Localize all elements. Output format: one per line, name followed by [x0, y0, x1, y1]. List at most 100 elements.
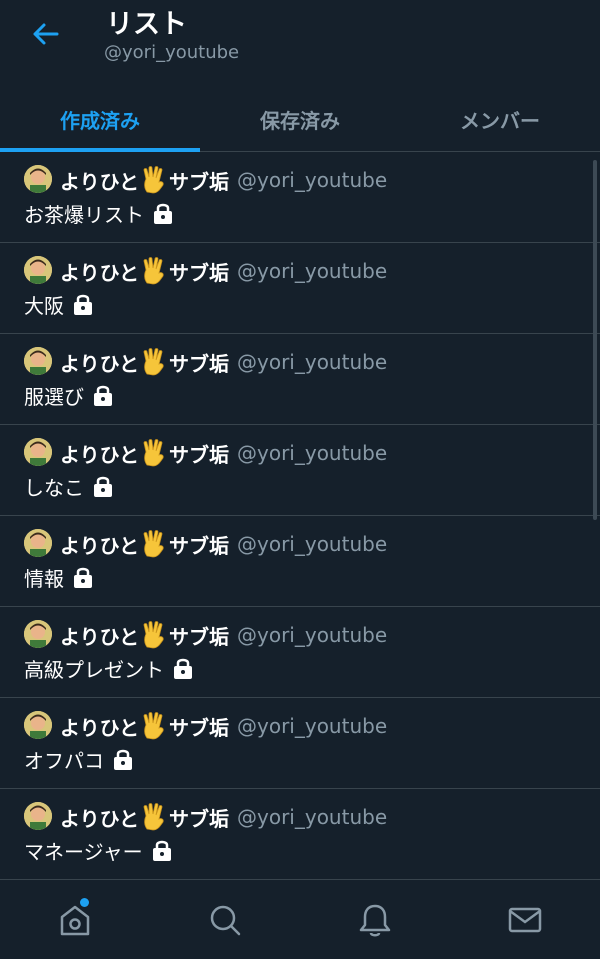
owner-name-prefix: よりひと [60, 624, 139, 649]
owner-name-prefix: よりひと [60, 715, 139, 740]
list-item[interactable]: よりひと サブ垢 @yori_youtube マネージャー [0, 789, 600, 880]
owner-line: よりひと サブ垢 @yori_youtube [60, 529, 387, 559]
list-item[interactable]: よりひと サブ垢 @yori_youtube オフパコ [0, 698, 600, 789]
owner-handle: @yori_youtube [237, 168, 388, 192]
vulcan-salute-icon [141, 257, 167, 285]
owner-handle: @yori_youtube [237, 714, 388, 738]
tab-label: 保存済み [260, 109, 340, 133]
list-item[interactable]: よりひと サブ垢 @yori_youtube お茶爆リスト [0, 152, 600, 243]
search-button[interactable] [205, 900, 245, 940]
owner-line: よりひと サブ垢 @yori_youtube [60, 620, 387, 650]
notification-dot [80, 898, 89, 907]
lock-icon [112, 747, 134, 771]
tab-created[interactable]: 作成済み [0, 88, 200, 152]
vulcan-salute-icon [141, 439, 167, 467]
list-name-line: 服選び [24, 380, 114, 410]
list-name: 情報 [24, 566, 64, 591]
owner-handle: @yori_youtube [237, 441, 388, 465]
owner-name-suffix: サブ垢 [169, 169, 229, 194]
list-name-line: オフパコ [24, 744, 134, 774]
lock-icon [152, 201, 174, 225]
page-handle: @yori_youtube [104, 42, 240, 63]
list-item[interactable]: よりひと サブ垢 @yori_youtube 情報 [0, 516, 600, 607]
tab-label: 作成済み [60, 109, 140, 133]
owner-line: よりひと サブ垢 @yori_youtube [60, 802, 387, 832]
owner-name-suffix: サブ垢 [169, 442, 229, 467]
home-icon [60, 905, 90, 936]
search-icon [210, 905, 241, 936]
avatar [24, 711, 52, 739]
lock-icon [172, 656, 194, 680]
avatar [24, 529, 52, 557]
page-title: リスト [106, 9, 187, 40]
arrow-left-icon [33, 23, 59, 45]
list-name: しなこ [24, 475, 84, 500]
avatar [24, 802, 52, 830]
owner-name-suffix: サブ垢 [169, 624, 229, 649]
owner-handle: @yori_youtube [237, 350, 388, 374]
scrollbar[interactable] [593, 160, 597, 520]
owner-name-prefix: よりひと [60, 351, 139, 376]
vulcan-salute-icon [141, 803, 167, 831]
lock-icon [92, 383, 114, 407]
list-name-line: マネージャー [24, 835, 173, 865]
owner-line: よりひと サブ垢 @yori_youtube [60, 711, 387, 741]
messages-button[interactable] [505, 900, 545, 940]
list-item[interactable]: よりひと サブ垢 @yori_youtube 大阪 [0, 243, 600, 334]
list-container: よりひと サブ垢 @yori_youtube お茶爆リスト よりひと サブ垢 @yori_y… [0, 152, 600, 880]
list-name: お茶爆リスト [24, 202, 144, 227]
lock-icon [92, 474, 114, 498]
list-name-line: お茶爆リスト [24, 198, 174, 228]
bottom-nav [0, 879, 600, 959]
home-button[interactable] [55, 898, 95, 940]
owner-line: よりひと サブ垢 @yori_youtube [60, 347, 387, 377]
list-item[interactable]: よりひと サブ垢 @yori_youtube 服選び [0, 334, 600, 425]
list-name-line: 高級プレゼント [24, 653, 194, 683]
owner-name-prefix: よりひと [60, 169, 139, 194]
tab-bar: 作成済み 保存済み メンバー [0, 88, 600, 152]
list-name-line: 情報 [24, 562, 94, 592]
list-item[interactable]: よりひと サブ垢 @yori_youtube しなこ [0, 425, 600, 516]
tab-label: メンバー [460, 109, 540, 133]
avatar [24, 438, 52, 466]
bell-icon [359, 904, 391, 937]
owner-name-suffix: サブ垢 [169, 260, 229, 285]
owner-handle: @yori_youtube [237, 259, 388, 283]
list-name-line: 大阪 [24, 289, 94, 319]
list-name: 大阪 [24, 293, 64, 318]
owner-line: よりひと サブ垢 @yori_youtube [60, 165, 387, 195]
list-name: オフパコ [24, 748, 104, 773]
owner-name-prefix: よりひと [60, 806, 139, 831]
tab-members[interactable]: メンバー [400, 88, 600, 151]
owner-line: よりひと サブ垢 @yori_youtube [60, 438, 387, 468]
owner-name-suffix: サブ垢 [169, 806, 229, 831]
list-name: 服選び [24, 384, 84, 409]
list-name: マネージャー [24, 839, 143, 864]
avatar [24, 347, 52, 375]
vulcan-salute-icon [141, 530, 167, 558]
vulcan-salute-icon [141, 348, 167, 376]
vulcan-salute-icon [141, 712, 167, 740]
owner-handle: @yori_youtube [237, 805, 388, 829]
owner-name-prefix: よりひと [60, 533, 139, 558]
owner-name-prefix: よりひと [60, 260, 139, 285]
list-item[interactable]: よりひと サブ垢 @yori_youtube 高級プレゼント [0, 607, 600, 698]
vulcan-salute-icon [141, 621, 167, 649]
mail-icon [508, 907, 542, 933]
lock-icon [151, 838, 173, 862]
owner-handle: @yori_youtube [237, 623, 388, 647]
tab-saved[interactable]: 保存済み [200, 88, 400, 151]
owner-name-suffix: サブ垢 [169, 715, 229, 740]
owner-name-suffix: サブ垢 [169, 351, 229, 376]
owner-handle: @yori_youtube [237, 532, 388, 556]
notifications-button[interactable] [355, 900, 395, 940]
avatar [24, 256, 52, 284]
avatar [24, 620, 52, 648]
header: リスト @yori_youtube [0, 0, 600, 88]
owner-line: よりひと サブ垢 @yori_youtube [60, 256, 387, 286]
lock-icon [72, 292, 94, 316]
list-name: 高級プレゼント [24, 657, 164, 682]
back-button[interactable] [26, 16, 66, 52]
avatar [24, 165, 52, 193]
lock-icon [72, 565, 94, 589]
